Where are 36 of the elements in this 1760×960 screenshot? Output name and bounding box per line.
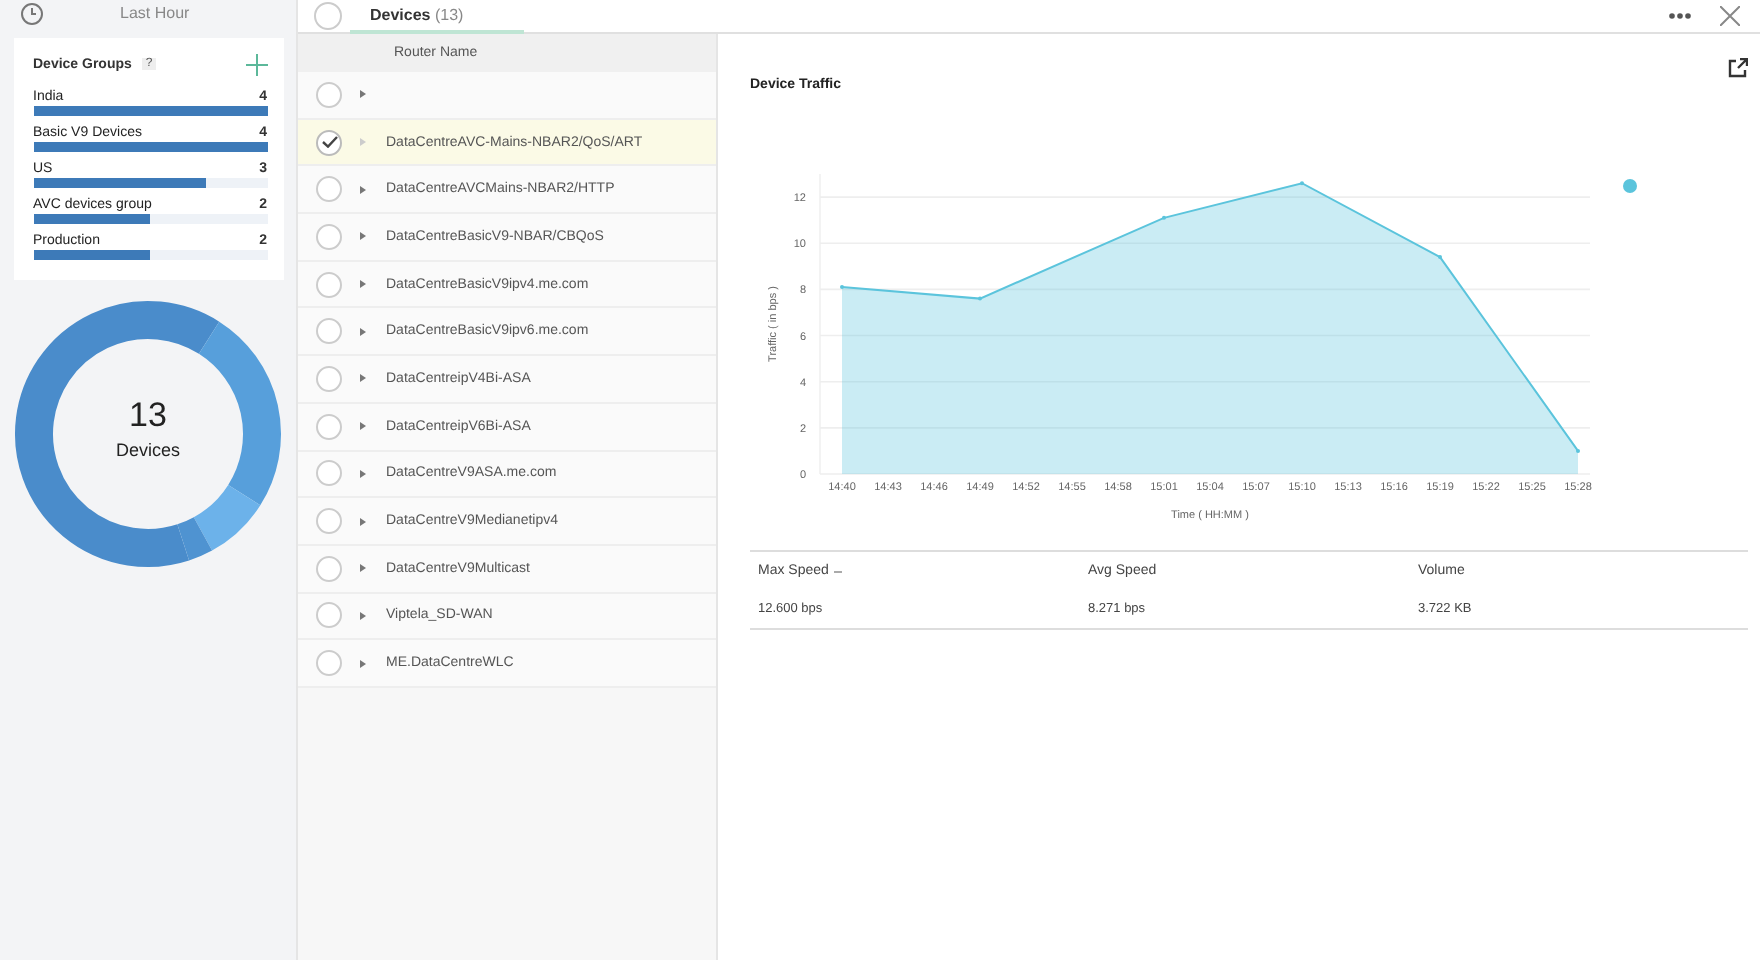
row-checkbox[interactable] — [316, 555, 342, 582]
row-checkbox[interactable] — [316, 460, 342, 487]
row-checkbox[interactable] — [316, 602, 342, 629]
more-icon[interactable] — [1668, 12, 1692, 20]
row-checkbox[interactable] — [316, 81, 342, 108]
external-link-icon[interactable] — [1728, 58, 1748, 78]
expand-caret-icon[interactable] — [360, 517, 366, 526]
expand-caret-icon[interactable] — [360, 659, 366, 668]
expand-caret-icon[interactable] — [360, 564, 366, 573]
device-total: 13 — [129, 396, 167, 436]
row-checkbox[interactable] — [316, 508, 342, 535]
legend-dot — [1623, 179, 1637, 193]
expand-caret-icon[interactable] — [360, 374, 366, 383]
expand-caret-icon[interactable] — [360, 232, 366, 241]
expand-caret-icon[interactable] — [360, 280, 366, 289]
clock-icon — [20, 1, 44, 25]
row-checkbox[interactable] — [316, 365, 342, 392]
add-icon[interactable] — [245, 53, 267, 75]
expand-caret-icon[interactable] — [360, 469, 366, 478]
row-checkbox[interactable] — [316, 271, 342, 298]
row-checkbox[interactable] — [316, 650, 342, 677]
row-checkbox[interactable] — [316, 176, 342, 203]
select-all-checkbox[interactable] — [314, 2, 342, 30]
device-label: Devices — [115, 440, 180, 460]
expand-caret-icon[interactable] — [360, 422, 366, 431]
row-checkbox[interactable] — [316, 223, 342, 250]
expand-caret-icon[interactable] — [360, 327, 366, 336]
expand-caret-icon[interactable] — [360, 611, 366, 620]
sort-icon — [834, 567, 843, 575]
row-checkbox[interactable] — [316, 318, 342, 345]
row-checkbox[interactable] — [316, 413, 342, 440]
close-icon[interactable] — [1720, 6, 1740, 26]
expand-caret-icon[interactable] — [360, 185, 366, 194]
expand-caret-icon[interactable] — [360, 90, 366, 99]
checkmark-icon — [321, 136, 337, 149]
row-checkbox[interactable] — [316, 129, 342, 156]
